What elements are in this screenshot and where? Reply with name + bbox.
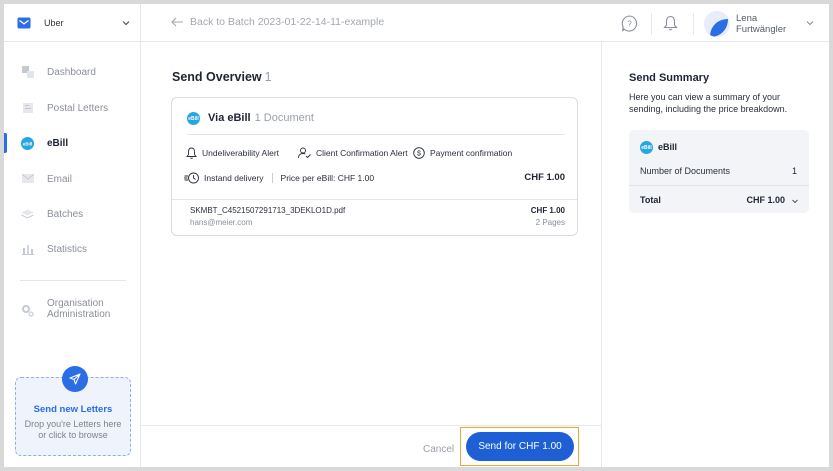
feature-payment-confirmation: $ Payment confirmation [413,147,512,159]
sidebar-item-label: Statistics [47,243,88,255]
upload-title: Send new Letters [33,404,113,415]
delivery-info: Instand delivery Price per eBill: CHF 1.… [184,172,374,184]
ebill-icon: eBill [21,136,34,150]
divider [271,173,273,183]
avatar[interactable] [704,11,730,37]
sidebar-item-statistics[interactable]: Statistics [4,237,141,261]
svg-text:eBill: eBill [23,141,33,146]
cancel-button[interactable]: Cancel [423,444,454,455]
sidebar-item-postal-letters[interactable]: Postal Letters [4,96,141,120]
documents-label: Number of Documents [640,166,731,176]
documents-value: 1 [791,166,797,176]
sidebar-item-label: Dashboard [47,66,96,78]
feature-label: Payment confirmation [430,148,513,158]
gear-icon [21,304,34,317]
footer-divider [141,425,601,426]
feature-undeliverability-alert: Undeliverability Alert [186,147,279,159]
page-title-text: Send Overview [172,70,262,84]
send-icon [62,366,88,392]
channel-price-total: CHF 1.00 [524,172,565,183]
delivery-label: Instand delivery [204,173,264,183]
summary-box: eBill eBill Number of Documents 1 Total … [629,130,809,213]
sidebar-item-label: Batches [47,208,84,220]
user-last-name: Furtwängler [736,24,787,35]
admin-label-line-2: Administration [47,309,111,320]
file-name: SKMBT_C4521507291713_3DEKLO1D.pdf [190,206,346,215]
user-check-icon [298,147,311,159]
feature-label: Client Confirmation Alert [316,148,408,158]
upload-hint: Drop you're Letters here or click to bro… [24,419,122,440]
chevron-down-icon[interactable] [791,197,799,205]
send-button-highlight: Send for CHF 1.00 [460,427,579,466]
fast-clock-icon [184,172,199,184]
layers-icon [21,208,34,221]
send-overview-panel: Send Overview 1 eBill Via eBill 1 Document… [141,42,602,467]
svg-text:?: ? [627,20,632,29]
email-icon [21,173,34,186]
page-title: Send Overview 1 [172,70,272,84]
dashboard-icon [21,66,34,79]
sidebar-item-label: Organisation Administration [47,298,110,320]
divider [629,185,809,186]
topbar-separator [651,13,652,35]
app-window: Uber Dashboard Postal Letters eBill eBil… [4,4,829,467]
feature-client-confirmation-alert: Client Confirmation Alert [298,147,408,159]
ebill-logo-icon: eBill [640,141,653,154]
price-per-ebill: Price per eBill: CHF 1.00 [280,173,375,183]
channel-title-text: Via eBill [208,112,251,124]
ebill-logo-icon: eBill [187,112,200,125]
letter-icon [21,102,34,115]
bar-chart-icon [21,243,34,256]
bell-icon [186,147,197,159]
total-label: Total [640,195,661,205]
send-summary-panel: Send Summary Here you can view a summary… [603,42,829,467]
recipient-email: hans@meier.com [190,218,253,227]
sidebar-item-label: Email [47,173,73,185]
channel-document-count: 1 Document [254,112,314,124]
svg-text:$: $ [417,151,421,158]
sidebar-item-label: Postal Letters [47,102,109,114]
org-switcher[interactable]: Uber [4,4,141,42]
envelope-logo-icon [17,17,31,28]
channel-title: Via eBill 1 Document [208,112,314,124]
arrow-left-icon [171,17,183,27]
feature-label: Undeliverability Alert [202,148,280,158]
ebill-channel-card: eBill Via eBill 1 Document Undeliverabili… [171,97,578,236]
sidebar: Uber Dashboard Postal Letters eBill eBil… [4,4,141,467]
help-icon[interactable]: ? [621,15,638,32]
bell-icon[interactable] [663,15,678,31]
back-to-batch-link[interactable]: Back to Batch 2023-01-22-14-11-example [171,16,384,28]
sidebar-item-label: eBill [47,137,69,149]
payment-icon: $ [413,147,425,159]
summary-channel: eBill [658,142,678,152]
send-button[interactable]: Send for CHF 1.00 [466,432,574,461]
back-link-label: Back to Batch 2023-01-22-14-11-example [190,16,385,28]
topbar-separator [693,13,694,35]
admin-label-line-1: Organisation [47,298,104,309]
org-name: Uber [44,17,64,28]
sidebar-divider [20,280,126,281]
sidebar-item-batches[interactable]: Batches [4,202,141,226]
sidebar-item-ebill[interactable]: eBill eBill [4,131,141,155]
sidebar-item-organisation-administration[interactable]: Organisation Administration [4,295,141,325]
sidebar-item-dashboard[interactable]: Dashboard [4,60,141,84]
divider [172,199,577,200]
top-bar: Back to Batch 2023-01-22-14-11-example ?… [141,4,829,42]
chevron-down-icon[interactable] [121,18,131,28]
upload-dropzone[interactable]: Send new Letters Drop you're Letters her… [15,366,131,456]
file-price: CHF 1.00 [530,206,565,215]
user-first-name: Lena [736,13,758,24]
sidebar-item-email[interactable]: Email [4,167,141,191]
summary-title: Send Summary [629,72,710,84]
user-name[interactable]: Lena Furtwängler [736,13,786,35]
file-pages: 2 Pages [535,218,565,227]
summary-description: Here you can view a summary of your send… [629,92,788,114]
chevron-down-icon[interactable] [805,18,815,28]
divider [187,134,565,135]
document-count: 1 [264,70,272,84]
total-value: CHF 1.00 [746,195,785,205]
